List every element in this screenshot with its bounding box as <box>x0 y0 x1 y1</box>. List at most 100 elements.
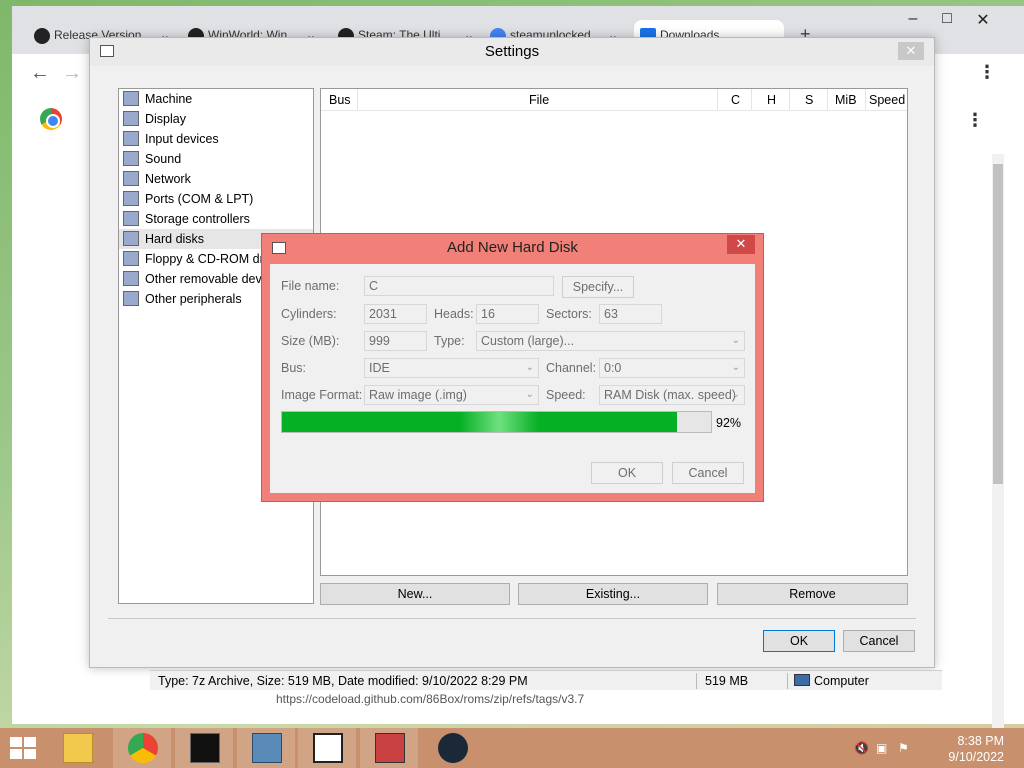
dialog-close-button[interactable]: ✕ <box>727 235 755 254</box>
new-disk-button[interactable]: New... <box>320 583 510 605</box>
scrollbar-thumb[interactable] <box>993 164 1003 484</box>
col-mib[interactable]: MiB <box>835 93 857 107</box>
browser-menu-icon[interactable]: ⋮ <box>978 62 996 83</box>
taskbar-file-explorer[interactable] <box>48 728 106 768</box>
start-button[interactable] <box>10 737 38 761</box>
category-ports[interactable]: Ports (COM & LPT) <box>119 189 313 209</box>
category-label: Hard disks <box>145 232 205 246</box>
floppy-icon <box>123 251 139 266</box>
forward-button[interactable]: → <box>62 62 82 85</box>
back-button[interactable]: ← <box>30 62 50 85</box>
clock[interactable]: 8:38 PM 9/10/2022 <box>948 733 1004 765</box>
size-field[interactable]: 999 <box>364 331 427 351</box>
flag-alert-icon[interactable]: ⚑ <box>898 741 912 755</box>
clock-time: 8:38 PM <box>957 734 1004 748</box>
category-input-devices[interactable]: Input devices <box>119 129 313 149</box>
settings-cancel-button[interactable]: Cancel <box>843 630 915 652</box>
chrome-icon <box>128 733 158 763</box>
status-file-info: Type: 7z Archive, Size: 519 MB, Date mod… <box>158 674 528 688</box>
window-app-icon <box>100 45 114 57</box>
peripherals-icon <box>123 291 139 306</box>
speed-select[interactable]: RAM Disk (max. speed) ⌄ <box>599 385 745 405</box>
table-header: Bus File C H S MiB Speed <box>321 89 907 111</box>
speed-label: Speed: <box>546 388 586 402</box>
settings-close-button[interactable]: ✕ <box>898 42 924 60</box>
size-label: Size (MB): <box>281 334 340 348</box>
category-label: Machine <box>145 92 193 106</box>
chevron-down-icon: ⌄ <box>525 362 534 373</box>
channel-label: Channel: <box>546 361 597 375</box>
settings-titlebar: Settings ✕ <box>90 38 934 66</box>
add-hard-disk-dialog: Add New Hard Disk ✕ File name: C Specify… <box>261 233 764 502</box>
network-icon[interactable]: ▣ <box>876 741 890 755</box>
specify-button[interactable]: Specify... <box>562 276 634 298</box>
bus-select[interactable]: IDE ⌄ <box>364 358 539 378</box>
remove-disk-button[interactable]: Remove <box>717 583 908 605</box>
heads-field[interactable]: 16 <box>476 304 539 324</box>
dialog-ok-button[interactable]: OK <box>591 462 663 484</box>
col-h[interactable]: H <box>767 93 776 107</box>
ports-icon <box>123 191 139 206</box>
category-network[interactable]: Network <box>119 169 313 189</box>
input-devices-icon <box>123 131 139 146</box>
progress-percent: 92% <box>716 416 742 430</box>
downloads-menu-icon[interactable]: ⋮ <box>966 110 984 131</box>
system-tray: 🔇 ▣ ⚑ 8:38 PM 9/10/2022 <box>844 728 1024 768</box>
channel-value: 0:0 <box>604 361 622 375</box>
category-sound[interactable]: Sound <box>119 149 313 169</box>
explorer-statusbar: Type: 7z Archive, Size: 519 MB, Date mod… <box>150 670 942 690</box>
chrome-logo-icon <box>40 108 62 130</box>
divider <box>108 618 916 619</box>
page-scrollbar[interactable] <box>992 154 1004 744</box>
status-location: Computer <box>814 674 869 688</box>
bus-value: IDE <box>369 361 390 375</box>
col-c[interactable]: C <box>731 93 740 107</box>
taskbar-7zip[interactable] <box>298 728 356 768</box>
cylinders-field[interactable]: 2031 <box>364 304 427 324</box>
col-file[interactable]: File <box>529 93 549 107</box>
taskbar-command-prompt[interactable] <box>175 728 233 768</box>
volume-muted-icon[interactable]: 🔇 <box>854 741 869 755</box>
taskbar-86box[interactable] <box>237 728 295 768</box>
settings-ok-button[interactable]: OK <box>763 630 835 652</box>
existing-disk-button[interactable]: Existing... <box>518 583 708 605</box>
file-name-field[interactable]: C <box>364 276 554 296</box>
terminal-icon <box>190 733 220 763</box>
maximize-icon[interactable]: □ <box>930 10 964 32</box>
github-icon <box>34 28 50 44</box>
category-storage-controllers[interactable]: Storage controllers <box>119 209 313 229</box>
image-format-select[interactable]: Raw image (.img) ⌄ <box>364 385 539 405</box>
cylinders-label: Cylinders: <box>281 307 337 321</box>
download-url[interactable]: https://codeload.github.com/86Box/roms/z… <box>276 692 584 706</box>
network-icon <box>123 171 139 186</box>
type-label: Type: <box>434 334 465 348</box>
folder-icon <box>63 733 93 763</box>
dialog-cancel-button[interactable]: Cancel <box>672 462 744 484</box>
sectors-field[interactable]: 63 <box>599 304 662 324</box>
col-s[interactable]: S <box>805 93 813 107</box>
chevron-down-icon: ⌄ <box>731 389 740 400</box>
category-machine[interactable]: Machine <box>119 89 313 109</box>
category-label: Sound <box>145 152 182 166</box>
heads-label: Heads: <box>434 307 474 321</box>
taskbar-86box-manager[interactable] <box>360 728 418 768</box>
image-format-label: Image Format: <box>281 388 363 402</box>
hard-disk-icon <box>123 231 139 246</box>
col-speed[interactable]: Speed <box>869 93 905 107</box>
col-bus[interactable]: Bus <box>329 93 351 107</box>
taskbar-chrome[interactable] <box>113 728 171 768</box>
category-label: Storage controllers <box>145 212 250 226</box>
sound-icon <box>123 151 139 166</box>
channel-select[interactable]: 0:0 ⌄ <box>599 358 745 378</box>
computer-manager-icon <box>375 733 405 763</box>
7zip-icon <box>313 733 343 763</box>
category-display[interactable]: Display <box>119 109 313 129</box>
taskbar-steam[interactable] <box>423 728 481 768</box>
settings-title: Settings <box>484 43 540 60</box>
86box-icon <box>252 733 282 763</box>
type-select[interactable]: Custom (large)... ⌄ <box>476 331 745 351</box>
computer-icon <box>794 674 810 686</box>
chevron-down-icon: ⌄ <box>525 389 534 400</box>
minimize-icon[interactable]: – <box>896 10 930 32</box>
close-window-icon[interactable]: ✕ <box>966 10 1000 32</box>
